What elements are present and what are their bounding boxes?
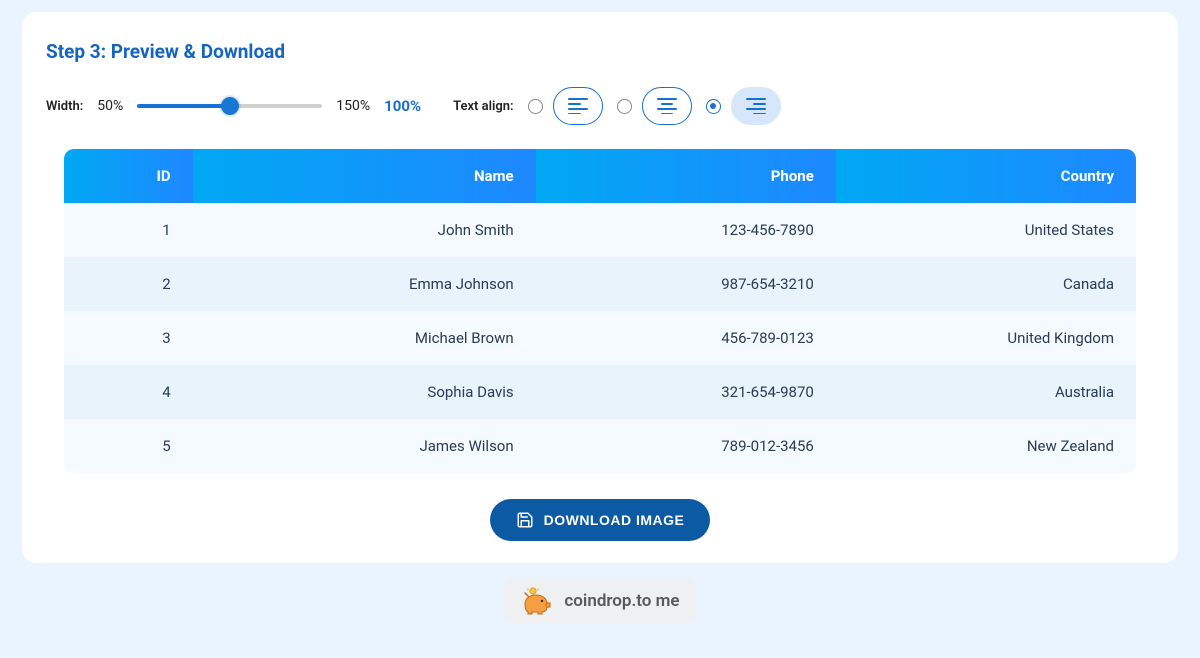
table-cell: 123-456-7890 xyxy=(536,203,836,257)
coindrop-row: coindrop.to me xyxy=(22,579,1178,623)
slider-fill xyxy=(137,104,230,108)
radio-align-center[interactable] xyxy=(617,99,632,114)
step-title: Step 3: Preview & Download xyxy=(46,40,1158,63)
table-cell: Sophia Davis xyxy=(193,365,536,419)
table-cell: Michael Brown xyxy=(193,311,536,365)
table-header: Country xyxy=(836,149,1136,203)
download-image-button[interactable]: DOWNLOAD IMAGE xyxy=(490,499,711,541)
width-min-label: 50% xyxy=(97,98,123,114)
align-left-button[interactable] xyxy=(553,87,603,125)
table-cell: Canada xyxy=(836,257,1136,311)
align-left-icon xyxy=(568,98,588,114)
table-header: Phone xyxy=(536,149,836,203)
table-row: 5 James Wilson 789-012-3456 New Zealand xyxy=(64,419,1136,473)
radio-align-right[interactable] xyxy=(706,99,721,114)
coindrop-label: coindrop.to me xyxy=(564,591,679,611)
table-cell: 3 xyxy=(64,311,193,365)
align-center-group xyxy=(617,87,692,125)
table-row: 4 Sophia Davis 321-654-9870 Australia xyxy=(64,365,1136,419)
width-max-label: 150% xyxy=(336,98,370,114)
table-cell: Australia xyxy=(836,365,1136,419)
width-label: Width: xyxy=(46,99,83,114)
table-header: Name xyxy=(193,149,536,203)
coindrop-button[interactable]: coindrop.to me xyxy=(504,579,695,623)
piggy-bank-icon xyxy=(520,587,554,615)
table-row: 2 Emma Johnson 987-654-3210 Canada xyxy=(64,257,1136,311)
radio-align-left[interactable] xyxy=(528,99,543,114)
table-cell: 987-654-3210 xyxy=(536,257,836,311)
table-cell: John Smith xyxy=(193,203,536,257)
save-icon xyxy=(516,511,534,529)
controls-row: Width: 50% 150% 100% Text align: xyxy=(46,87,1158,125)
table-cell: Emma Johnson xyxy=(193,257,536,311)
table-cell: 2 xyxy=(64,257,193,311)
preview-table: ID Name Phone Country 1 John Smith 123-4… xyxy=(64,149,1136,473)
download-button-label: DOWNLOAD IMAGE xyxy=(544,512,685,528)
align-right-icon xyxy=(746,98,766,114)
align-center-button[interactable] xyxy=(642,87,692,125)
table-cell: United States xyxy=(836,203,1136,257)
align-right-button[interactable] xyxy=(731,87,781,125)
table-cell: New Zealand xyxy=(836,419,1136,473)
download-row: DOWNLOAD IMAGE xyxy=(42,499,1158,541)
table-cell: United Kingdom xyxy=(836,311,1136,365)
table-cell: 5 xyxy=(64,419,193,473)
table-container: ID Name Phone Country 1 John Smith 123-4… xyxy=(42,149,1158,473)
table-cell: 4 xyxy=(64,365,193,419)
table-header-row: ID Name Phone Country xyxy=(64,149,1136,203)
preview-download-card: Step 3: Preview & Download Width: 50% 15… xyxy=(22,12,1178,563)
width-slider[interactable] xyxy=(137,97,322,115)
table-body: 1 John Smith 123-456-7890 United States … xyxy=(64,203,1136,473)
align-center-icon xyxy=(657,98,677,114)
table-row: 3 Michael Brown 456-789-0123 United King… xyxy=(64,311,1136,365)
table-cell: 789-012-3456 xyxy=(536,419,836,473)
align-left-group xyxy=(528,87,603,125)
table-header: ID xyxy=(64,149,193,203)
slider-thumb[interactable] xyxy=(221,97,239,115)
table-cell: 321-654-9870 xyxy=(536,365,836,419)
table-row: 1 John Smith 123-456-7890 United States xyxy=(64,203,1136,257)
table-cell: James Wilson xyxy=(193,419,536,473)
width-current-value: 100% xyxy=(384,97,421,115)
table-cell: 456-789-0123 xyxy=(536,311,836,365)
text-align-label: Text align: xyxy=(453,99,514,114)
align-right-group xyxy=(706,87,781,125)
table-cell: 1 xyxy=(64,203,193,257)
